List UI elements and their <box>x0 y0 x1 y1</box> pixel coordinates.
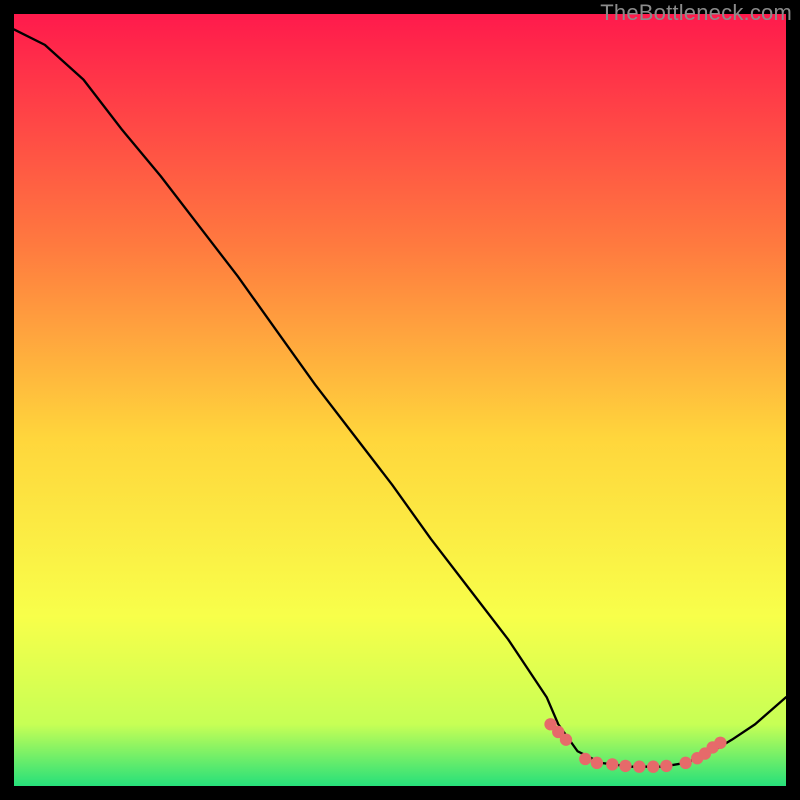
gradient-background <box>14 14 786 786</box>
curve-marker-dot <box>660 760 672 772</box>
curve-marker-dot <box>560 734 572 746</box>
watermark-text: TheBottleneck.com <box>600 0 792 26</box>
curve-marker-dot <box>679 757 691 769</box>
curve-marker-dot <box>619 760 631 772</box>
curve-marker-dot <box>606 758 618 770</box>
curve-marker-dot <box>591 757 603 769</box>
curve-marker-dot <box>714 737 726 749</box>
bottleneck-chart <box>14 14 786 786</box>
curve-marker-dot <box>647 761 659 773</box>
curve-marker-dot <box>633 761 645 773</box>
curve-marker-dot <box>579 753 591 765</box>
